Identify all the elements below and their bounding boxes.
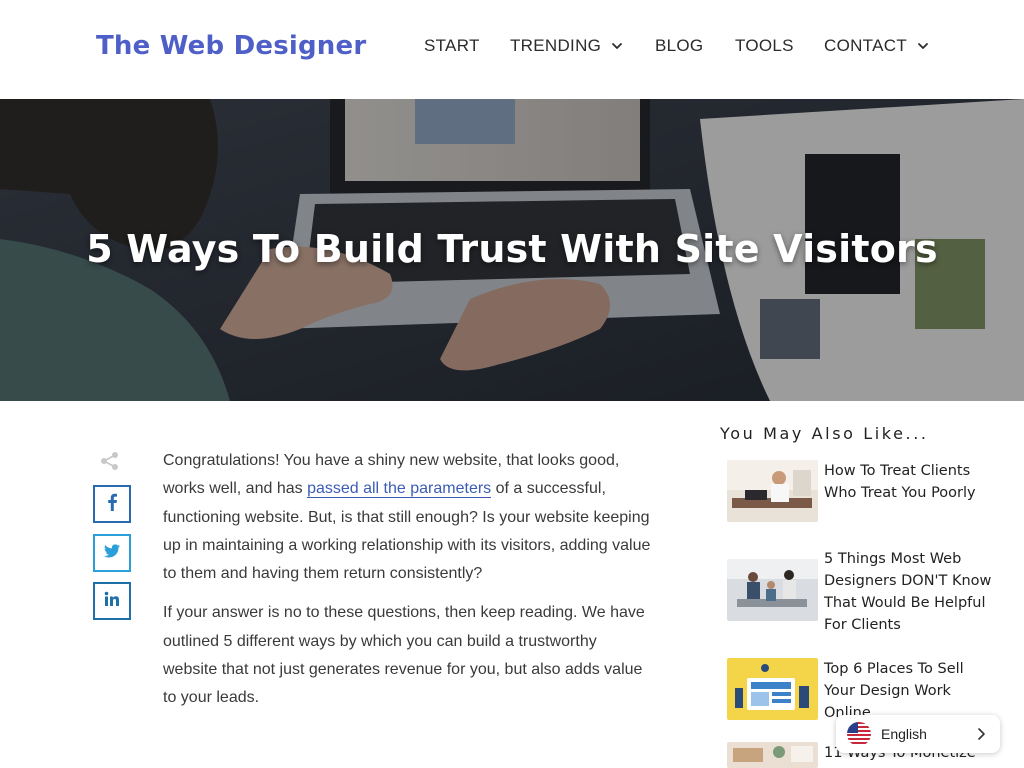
linkedin-icon: [104, 591, 120, 612]
nav-item-contact[interactable]: CONTACT: [824, 36, 929, 56]
main-nav: START TRENDING BLOG TOOLS CONTACT: [0, 36, 1024, 58]
share-icon[interactable]: [100, 451, 120, 471]
related-post-thumbnail[interactable]: [727, 742, 818, 768]
passed-parameters-link[interactable]: passed all the parameters: [307, 480, 492, 499]
facebook-share-button[interactable]: [93, 485, 131, 523]
nav-item-trending[interactable]: TRENDING: [510, 36, 623, 56]
related-post-title[interactable]: 5 Things Most Web Designers DON'T Know T…: [824, 548, 994, 636]
nav-item-label: START: [424, 36, 480, 55]
article-body: Congratulations! You have a shiny new we…: [163, 447, 653, 724]
nav-item-label: TRENDING: [510, 36, 602, 55]
nav-item-label: BLOG: [655, 36, 704, 55]
chevron-right-icon: [976, 727, 988, 741]
page-title: 5 Ways To Build Trust With Site Visitors: [86, 227, 938, 271]
hero-banner: 5 Ways To Build Trust With Site Visitors: [0, 99, 1024, 401]
us-flag-icon: [847, 722, 871, 746]
language-label: English: [881, 726, 927, 742]
nav-item-start[interactable]: START: [424, 36, 480, 56]
nav-item-label: TOOLS: [735, 36, 794, 55]
related-post-thumbnail[interactable]: [727, 658, 818, 720]
article-paragraph: Congratulations! You have a shiny new we…: [163, 447, 653, 588]
related-post-thumbnail[interactable]: [727, 559, 818, 621]
related-heading: You May Also Like...: [720, 424, 929, 443]
chevron-down-icon: [611, 40, 623, 52]
language-switcher[interactable]: English: [836, 715, 1000, 753]
site-header: The Web Designer START TRENDING BLOG TOO…: [0, 0, 1024, 99]
chevron-down-icon: [917, 40, 929, 52]
article-paragraph: If your answer is no to these questions,…: [163, 604, 645, 707]
nav-item-tools[interactable]: TOOLS: [735, 36, 794, 56]
linkedin-share-button[interactable]: [93, 582, 131, 620]
facebook-icon: [106, 493, 118, 516]
related-post-thumbnail[interactable]: [727, 460, 818, 522]
nav-item-blog[interactable]: BLOG: [655, 36, 703, 56]
nav-item-label: CONTACT: [824, 36, 907, 55]
twitter-icon: [104, 543, 120, 563]
twitter-share-button[interactable]: [93, 534, 131, 572]
related-post-title[interactable]: How To Treat Clients Who Treat You Poorl…: [824, 460, 994, 504]
